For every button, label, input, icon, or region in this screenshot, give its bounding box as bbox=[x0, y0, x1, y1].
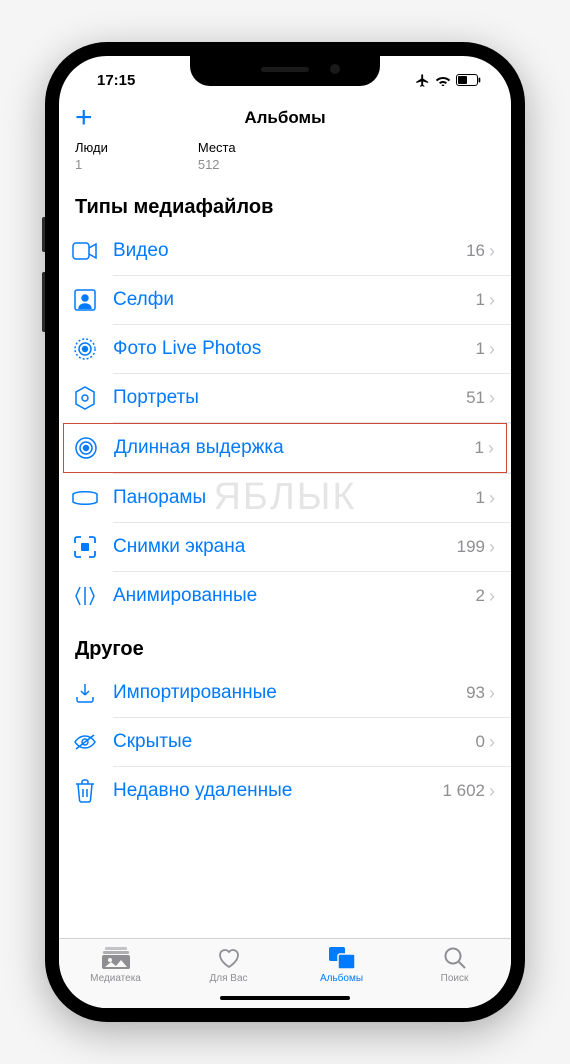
row-recently-deleted[interactable]: Недавно удаленные 1 602 › bbox=[59, 767, 511, 815]
row-count: 1 602 bbox=[442, 781, 485, 801]
portrait-icon bbox=[71, 385, 99, 411]
tab-label: Альбомы bbox=[320, 973, 363, 984]
section-media-types: Типы медиафайлов bbox=[59, 178, 511, 227]
row-label: Фото Live Photos bbox=[113, 338, 476, 360]
album-places[interactable]: Места 512 bbox=[198, 140, 236, 172]
row-label: Скрытые bbox=[113, 731, 476, 753]
row-video[interactable]: Видео 16 › bbox=[59, 227, 511, 275]
row-label: Панорамы bbox=[113, 487, 476, 509]
row-count: 0 bbox=[476, 732, 485, 752]
screen: 17:15 + Альбомы Люди 1 bbox=[59, 56, 511, 1008]
row-count: 93 bbox=[466, 683, 485, 703]
album-count: 1 bbox=[75, 157, 108, 172]
tab-albums[interactable]: Альбомы bbox=[285, 945, 398, 984]
chevron-icon: › bbox=[489, 339, 495, 360]
album-count: 512 bbox=[198, 157, 236, 172]
row-long-exposure[interactable]: Длинная выдержка 1 › bbox=[63, 423, 507, 473]
row-label: Портреты bbox=[113, 387, 466, 409]
page-title: Альбомы bbox=[244, 108, 325, 128]
row-count: 1 bbox=[476, 488, 485, 508]
row-label: Длинная выдержка bbox=[114, 437, 475, 459]
battery-icon bbox=[456, 74, 481, 86]
row-label: Недавно удаленные bbox=[113, 780, 442, 802]
nav-bar: + Альбомы bbox=[59, 96, 511, 140]
live-photo-icon bbox=[71, 336, 99, 362]
row-label: Импортированные bbox=[113, 682, 466, 704]
phone-frame: 17:15 + Альбомы Люди 1 bbox=[45, 42, 525, 1022]
row-count: 2 bbox=[476, 586, 485, 606]
tab-label: Поиск bbox=[441, 973, 469, 984]
section-other: Другое bbox=[59, 620, 511, 669]
animated-icon bbox=[71, 583, 99, 609]
row-label: Снимки экрана bbox=[113, 536, 457, 558]
tab-label: Медиатека bbox=[90, 973, 141, 984]
row-selfie[interactable]: Селфи 1 › bbox=[59, 276, 511, 324]
album-label: Люди bbox=[75, 140, 108, 155]
chevron-icon: › bbox=[489, 537, 495, 558]
library-icon bbox=[102, 945, 130, 971]
row-label: Селфи bbox=[113, 289, 476, 311]
chevron-icon: › bbox=[489, 488, 495, 509]
panorama-icon bbox=[71, 485, 99, 511]
chevron-icon: › bbox=[489, 683, 495, 704]
tab-label: Для Вас bbox=[209, 973, 247, 984]
chevron-icon: › bbox=[489, 732, 495, 753]
selfie-icon bbox=[71, 287, 99, 313]
video-icon bbox=[71, 238, 99, 264]
for-you-icon bbox=[217, 945, 241, 971]
row-count: 51 bbox=[466, 388, 485, 408]
chevron-icon: › bbox=[489, 290, 495, 311]
row-count: 1 bbox=[476, 339, 485, 359]
album-label: Места bbox=[198, 140, 236, 155]
row-portraits[interactable]: Портреты 51 › bbox=[59, 374, 511, 422]
row-label: Видео bbox=[113, 240, 466, 262]
row-imported[interactable]: Импортированные 93 › bbox=[59, 669, 511, 717]
content[interactable]: Люди 1 Места 512 Типы медиафайлов Видео … bbox=[59, 140, 511, 938]
chevron-icon: › bbox=[488, 438, 494, 459]
tab-for-you[interactable]: Для Вас bbox=[172, 945, 285, 984]
notch bbox=[190, 56, 380, 86]
row-count: 199 bbox=[457, 537, 485, 557]
chevron-icon: › bbox=[489, 781, 495, 802]
albums-icon bbox=[329, 945, 355, 971]
trash-icon bbox=[71, 778, 99, 804]
long-exposure-icon bbox=[72, 435, 100, 461]
wifi-icon bbox=[435, 74, 451, 86]
import-icon bbox=[71, 680, 99, 706]
chevron-icon: › bbox=[489, 586, 495, 607]
row-panoramas[interactable]: Панорамы 1 › bbox=[59, 474, 511, 522]
chevron-icon: › bbox=[489, 388, 495, 409]
row-animated[interactable]: Анимированные 2 › bbox=[59, 572, 511, 620]
row-count: 1 bbox=[476, 290, 485, 310]
row-count: 1 bbox=[475, 438, 484, 458]
airplane-icon bbox=[415, 73, 430, 88]
row-count: 16 bbox=[466, 241, 485, 261]
hidden-icon bbox=[71, 729, 99, 755]
search-icon bbox=[444, 945, 466, 971]
row-hidden[interactable]: Скрытые 0 › bbox=[59, 718, 511, 766]
row-live-photos[interactable]: Фото Live Photos 1 › bbox=[59, 325, 511, 373]
tab-search[interactable]: Поиск bbox=[398, 945, 511, 984]
chevron-icon: › bbox=[489, 241, 495, 262]
screenshot-icon bbox=[71, 534, 99, 560]
home-indicator[interactable] bbox=[220, 996, 350, 1000]
album-people[interactable]: Люди 1 bbox=[75, 140, 108, 172]
add-button[interactable]: + bbox=[75, 103, 93, 133]
row-label: Анимированные bbox=[113, 585, 476, 607]
tab-library[interactable]: Медиатека bbox=[59, 945, 172, 984]
row-screenshots[interactable]: Снимки экрана 199 › bbox=[59, 523, 511, 571]
